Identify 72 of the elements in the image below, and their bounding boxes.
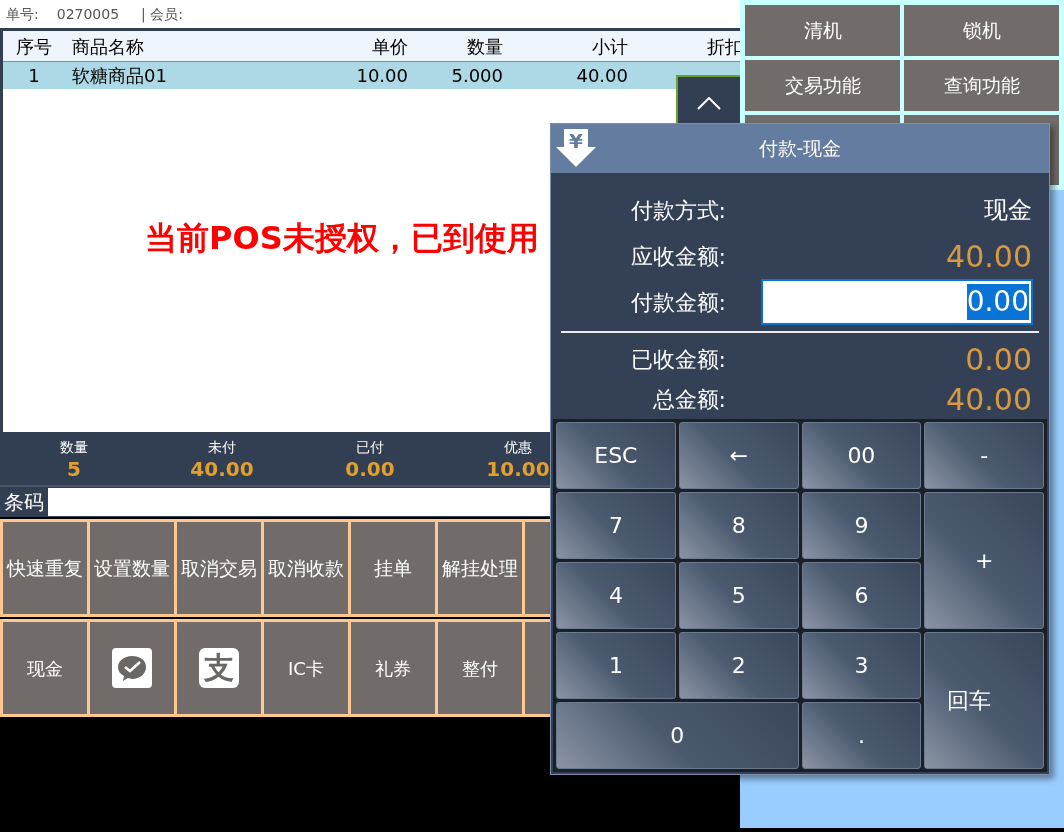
side-button[interactable]: 清机: [745, 5, 900, 56]
keypad-key[interactable]: ESC: [556, 422, 676, 489]
table-cell-text: 软糖商品01: [71, 64, 168, 88]
keypad-key[interactable]: -: [924, 422, 1044, 489]
keypad-key[interactable]: 0: [556, 702, 799, 769]
field-label: 付款方式:: [629, 196, 726, 225]
function-button[interactable]: 挂单: [351, 522, 435, 614]
table-cell-text: 10.00: [355, 64, 408, 88]
keypad-key[interactable]: 1: [556, 632, 676, 699]
keypad-key[interactable]: 00: [801, 422, 922, 489]
side-button[interactable]: 查询功能: [904, 60, 1059, 111]
field-label: 应收金额:: [629, 242, 726, 271]
summary-label: 数量: [60, 438, 88, 457]
barcode-label: 条码: [3, 489, 45, 516]
table-cell-text: 40.00: [575, 64, 628, 88]
field-value: 40.00: [945, 237, 1033, 276]
chevron-up-icon: [697, 97, 721, 110]
keypad-key[interactable]: 6: [801, 562, 922, 629]
alipay-button[interactable]: 支: [177, 622, 261, 714]
function-button[interactable]: 快速重复: [3, 522, 87, 614]
keypad-key[interactable]: 9: [801, 492, 922, 559]
summary-value: 0.00: [345, 457, 395, 481]
keypad-key[interactable]: 5: [678, 562, 799, 629]
table-cell-text: 5.000: [450, 64, 503, 88]
keypad-key[interactable]: 8: [678, 492, 799, 559]
keypad-key[interactable]: 回车: [924, 632, 1044, 769]
column-header: 商品名称: [71, 34, 145, 59]
keypad-key[interactable]: 2: [678, 632, 799, 699]
order-label: 单号:: [6, 4, 39, 24]
scroll-up-button[interactable]: [676, 75, 740, 125]
function-button[interactable]: 解挂处理: [438, 522, 522, 614]
warning-message: 当前POS未授权，已到使用: [145, 218, 539, 259]
payment-button[interactable]: 礼券: [351, 622, 435, 714]
column-header: 单价: [371, 34, 408, 59]
table-cell-text: 1: [27, 64, 41, 88]
payment-button[interactable]: 整付: [438, 622, 522, 714]
keypad-key[interactable]: 4: [556, 562, 676, 629]
summary-value: 10.00: [486, 457, 550, 481]
payment-button[interactable]: 现金: [3, 622, 87, 714]
keypad-key[interactable]: 3: [801, 632, 922, 699]
dialog-title: 付款-现金: [758, 136, 842, 162]
total-value: 40.00: [945, 380, 1033, 419]
function-button[interactable]: 设置数量: [90, 522, 174, 614]
table-row[interactable]: 1 软糖商品01 10.00 5.000 40.00: [3, 62, 740, 89]
column-header: 数量: [466, 34, 503, 59]
member-label: | 会员:: [141, 4, 183, 25]
payment-amount-field[interactable]: 0.00: [761, 279, 1033, 325]
field-value: 现金: [983, 195, 1033, 226]
total-value: 0.00: [964, 340, 1033, 379]
side-button[interactable]: 交易功能: [745, 60, 900, 111]
field-label: 付款金额:: [629, 288, 726, 317]
side-button[interactable]: 锁机: [904, 5, 1059, 56]
keypad-key[interactable]: .: [801, 702, 922, 769]
summary-label: 未付: [208, 438, 236, 457]
wechat-pay-button[interactable]: [90, 622, 174, 714]
payment-button[interactable]: IC卡: [264, 622, 348, 714]
summary-value: 40.00: [190, 457, 254, 481]
summary-label: 优惠: [504, 438, 532, 457]
summary-value: 5: [67, 457, 81, 481]
total-label: 已收金额:: [629, 345, 726, 374]
chat-bubble-check-icon: [112, 648, 152, 688]
total-label: 总金额:: [651, 385, 726, 414]
keypad-key[interactable]: ←: [678, 422, 799, 489]
pay-logo-icon: 支: [199, 648, 239, 688]
column-header: 序号: [15, 34, 53, 59]
column-header: 小计: [591, 34, 628, 59]
function-button[interactable]: 取消收款: [264, 522, 348, 614]
summary-label: 已付: [356, 438, 384, 457]
order-number: 0270005: [56, 4, 120, 24]
function-button[interactable]: 取消交易: [177, 522, 261, 614]
keypad-key[interactable]: +: [924, 492, 1044, 629]
keypad-key[interactable]: 7: [556, 492, 676, 559]
